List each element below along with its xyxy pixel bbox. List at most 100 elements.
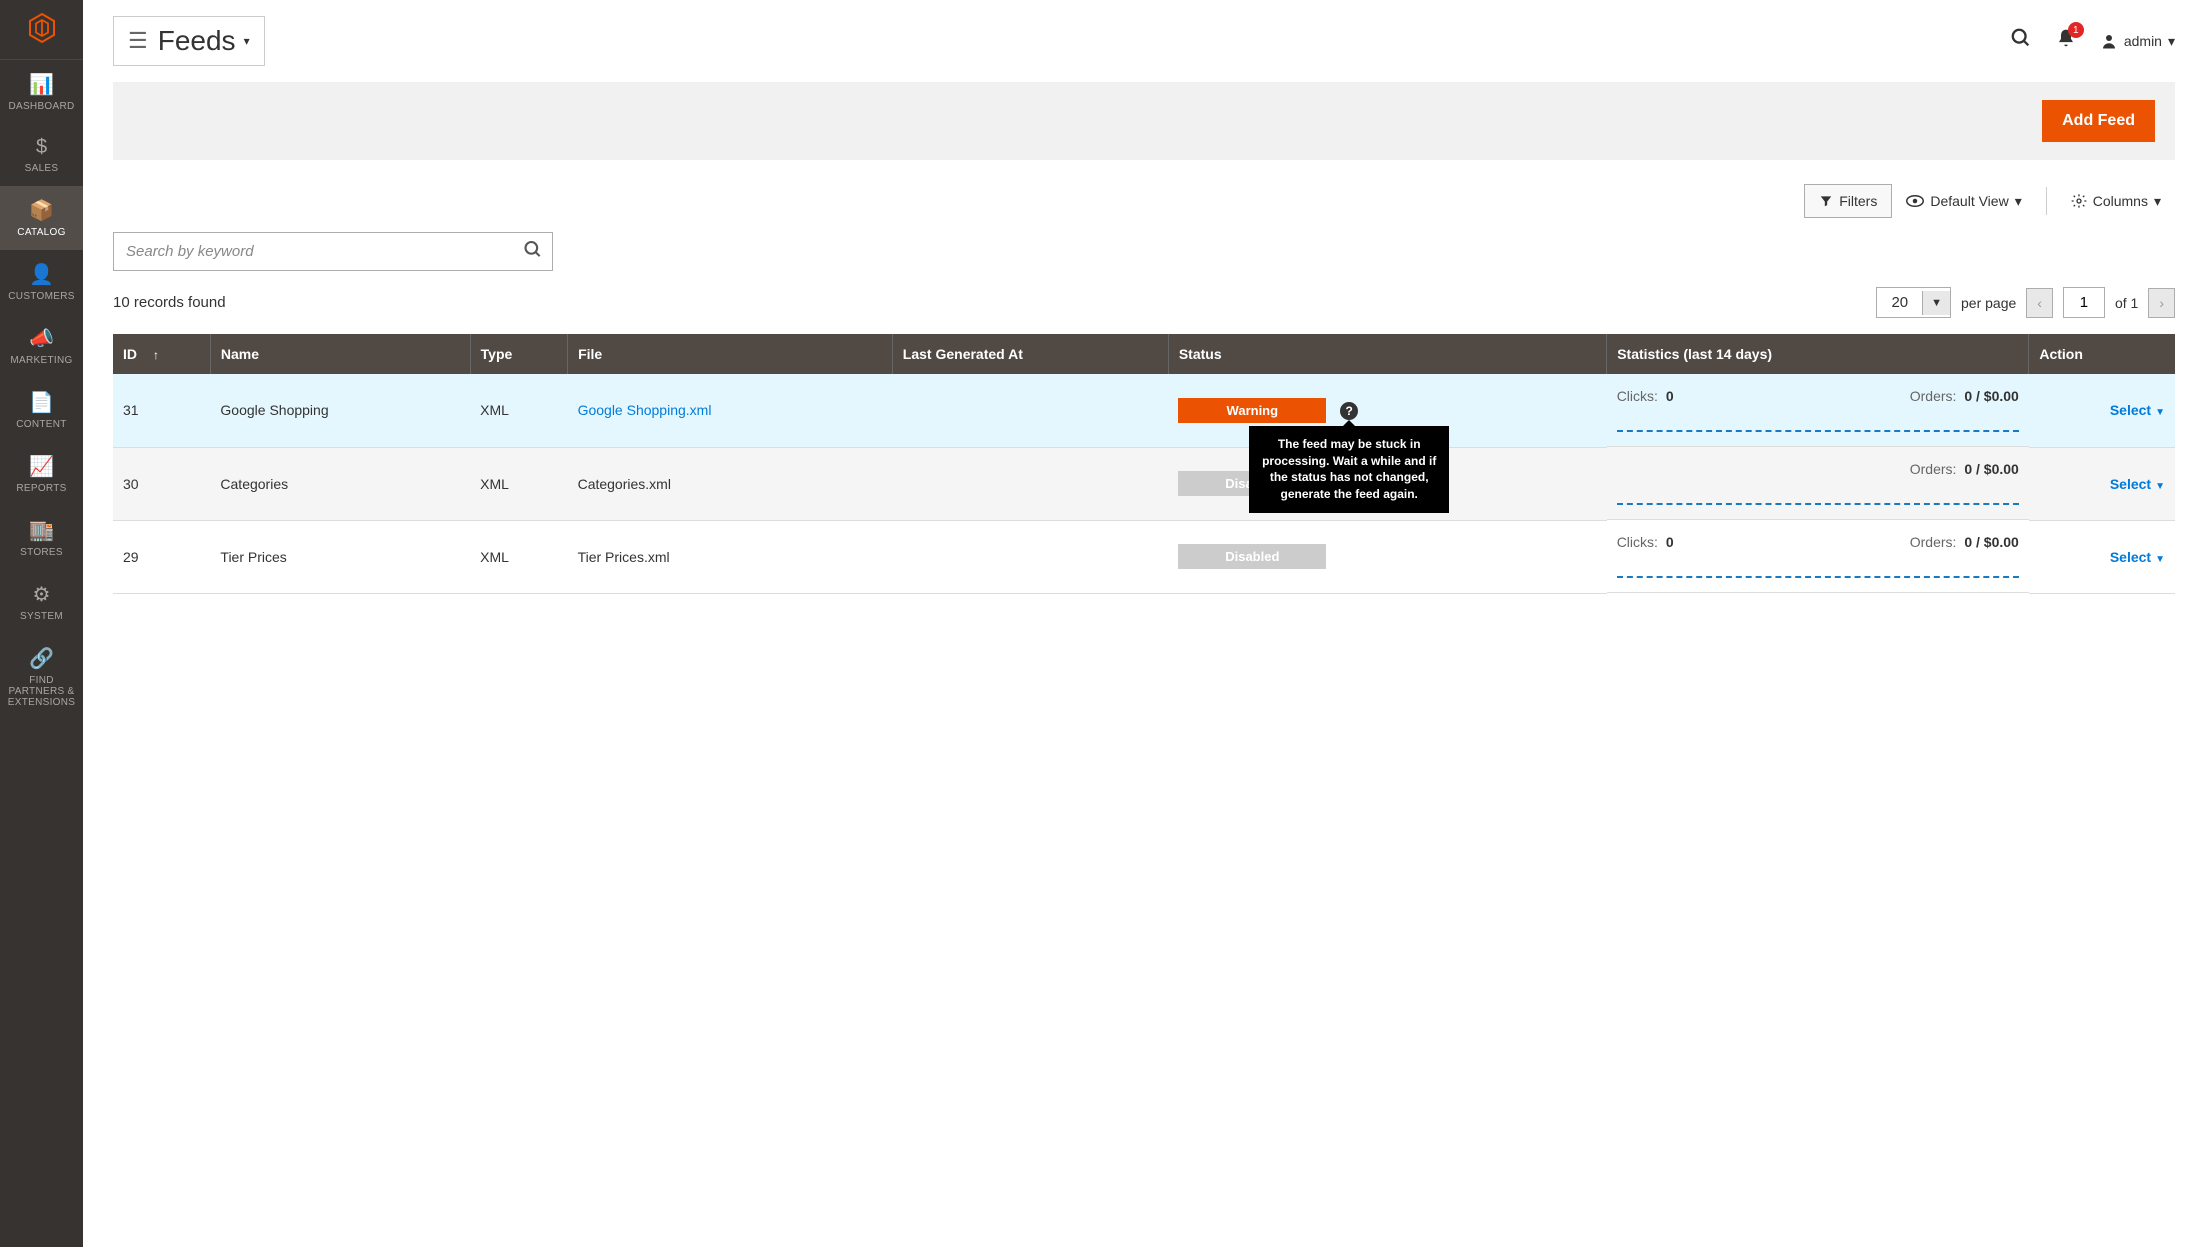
select-action[interactable]: Select▼ bbox=[2110, 476, 2165, 492]
sidebar-item-label: SALES bbox=[4, 163, 79, 174]
sidebar-item-label: CUSTOMERS bbox=[4, 291, 79, 302]
sidebar-item-stores[interactable]: 🏬 STORES bbox=[0, 506, 83, 570]
caret-down-icon: ▼ bbox=[2155, 407, 2165, 418]
column-header-file[interactable]: File bbox=[568, 334, 893, 374]
eye-icon bbox=[1906, 194, 1924, 208]
table-row[interactable]: 31 Google Shopping XML Google Shopping.x… bbox=[113, 374, 2175, 447]
customers-icon: 👤 bbox=[4, 262, 79, 287]
sidebar-item-reports[interactable]: 📈 REPORTS bbox=[0, 442, 83, 506]
prev-page-button[interactable]: ‹ bbox=[2026, 288, 2053, 318]
sidebar-item-label: DASHBOARD bbox=[4, 101, 79, 112]
user-icon bbox=[2100, 32, 2118, 50]
default-view-label: Default View bbox=[1930, 193, 2008, 209]
filters-label: Filters bbox=[1839, 193, 1877, 209]
sidebar-item-sales[interactable]: $ SALES bbox=[0, 124, 83, 186]
caret-down-icon: ▼ bbox=[2155, 554, 2165, 565]
search-button[interactable] bbox=[2010, 27, 2032, 55]
sidebar-item-catalog[interactable]: 📦 CATALOG bbox=[0, 186, 83, 250]
dashboard-icon: 📊 bbox=[4, 72, 79, 97]
cell-status: Disabled bbox=[1168, 520, 1606, 593]
cell-file: Tier Prices.xml bbox=[568, 520, 893, 593]
columns-button[interactable]: Columns ▾ bbox=[2057, 185, 2175, 218]
status-badge: Warning bbox=[1178, 398, 1326, 423]
stats-chart-bar bbox=[1617, 576, 2019, 578]
sidebar-item-partners[interactable]: 🔗 FIND PARTNERS & EXTENSIONS bbox=[0, 634, 83, 720]
column-header-name[interactable]: Name bbox=[210, 334, 470, 374]
sidebar-item-label: STORES bbox=[4, 547, 79, 558]
column-header-type[interactable]: Type bbox=[470, 334, 567, 374]
username-label: admin bbox=[2124, 33, 2162, 49]
table-row[interactable]: 30 Categories XML Categories.xml Disable… bbox=[113, 447, 2175, 520]
sidebar-item-marketing[interactable]: 📣 MARKETING bbox=[0, 314, 83, 378]
next-page-button[interactable]: › bbox=[2148, 288, 2175, 318]
search-input[interactable] bbox=[113, 232, 553, 271]
column-header-action[interactable]: Action bbox=[2029, 334, 2175, 374]
sidebar-item-content[interactable]: 📄 CONTENT bbox=[0, 378, 83, 442]
search-wrapper bbox=[113, 232, 553, 271]
hamburger-icon: ☰ bbox=[128, 28, 148, 54]
help-icon[interactable]: ? The feed may be stuck in processing. W… bbox=[1340, 402, 1358, 420]
column-header-statistics[interactable]: Statistics (last 14 days) bbox=[1607, 334, 2029, 374]
cell-id: 30 bbox=[113, 447, 210, 520]
filters-button[interactable]: Filters bbox=[1804, 184, 1892, 218]
page-of-label: of 1 bbox=[2115, 295, 2138, 311]
column-header-last-generated[interactable]: Last Generated At bbox=[892, 334, 1168, 374]
cell-type: XML bbox=[470, 447, 567, 520]
caret-down-icon: ▾ bbox=[2015, 193, 2022, 210]
records-row: 10 records found 20 ▼ per page ‹ of 1 › bbox=[113, 287, 2175, 318]
cell-type: XML bbox=[470, 374, 567, 447]
select-action[interactable]: Select▼ bbox=[2110, 549, 2165, 565]
sidebar-item-label: FIND PARTNERS & EXTENSIONS bbox=[4, 675, 79, 708]
column-header-id[interactable]: ID↑ bbox=[113, 334, 210, 374]
sort-asc-icon: ↑ bbox=[153, 348, 159, 362]
status-badge: Disabled bbox=[1178, 544, 1326, 569]
page-title: Feeds bbox=[158, 25, 236, 57]
per-page-value: 20 bbox=[1877, 288, 1922, 317]
sidebar-item-label: SYSTEM bbox=[4, 611, 79, 622]
cell-statistics: Clicks: 0 Orders: 0 / $0.00 bbox=[1607, 520, 2029, 593]
page-title-dropdown[interactable]: ☰ Feeds ▾ bbox=[113, 16, 265, 66]
top-actions: 1 admin ▾ bbox=[2010, 27, 2175, 55]
user-menu[interactable]: admin ▾ bbox=[2100, 32, 2175, 50]
table-row[interactable]: 29 Tier Prices XML Tier Prices.xml Disab… bbox=[113, 520, 2175, 593]
gear-icon bbox=[2071, 193, 2087, 209]
cell-id: 29 bbox=[113, 520, 210, 593]
search-row bbox=[113, 232, 2175, 271]
notification-badge: 1 bbox=[2068, 22, 2084, 38]
sidebar-item-customers[interactable]: 👤 CUSTOMERS bbox=[0, 250, 83, 314]
file-link[interactable]: Google Shopping.xml bbox=[578, 402, 712, 418]
cell-last-generated bbox=[892, 374, 1168, 447]
sidebar-item-label: MARKETING bbox=[4, 355, 79, 366]
add-feed-button[interactable]: Add Feed bbox=[2042, 100, 2155, 142]
stores-icon: 🏬 bbox=[4, 518, 79, 543]
marketing-icon: 📣 bbox=[4, 326, 79, 351]
sidebar-item-label: CONTENT bbox=[4, 419, 79, 430]
per-page-select[interactable]: 20 ▼ bbox=[1876, 287, 1951, 318]
content-icon: 📄 bbox=[4, 390, 79, 415]
cell-status: Warning ? The feed may be stuck in proce… bbox=[1168, 374, 1606, 447]
caret-down-icon: ▾ bbox=[244, 34, 250, 48]
cell-statistics: Clicks: Orders: 0 / $0.00 bbox=[1607, 447, 2029, 520]
search-icon[interactable] bbox=[523, 239, 543, 264]
sidebar: 📊 DASHBOARD $ SALES 📦 CATALOG 👤 CUSTOMER… bbox=[0, 0, 83, 1247]
topbar: ☰ Feeds ▾ 1 admin ▾ bbox=[113, 0, 2175, 76]
main-content: ☰ Feeds ▾ 1 admin ▾ Add Feed Filters bbox=[83, 0, 2205, 594]
sidebar-item-label: REPORTS bbox=[4, 483, 79, 494]
reports-icon: 📈 bbox=[4, 454, 79, 479]
tooltip: The feed may be stuck in processing. Wai… bbox=[1249, 426, 1449, 513]
default-view-button[interactable]: Default View ▾ bbox=[1892, 185, 2035, 218]
cell-name: Tier Prices bbox=[210, 520, 470, 593]
column-header-status[interactable]: Status bbox=[1168, 334, 1606, 374]
select-action[interactable]: Select▼ bbox=[2110, 402, 2165, 418]
sidebar-item-system[interactable]: ⚙ SYSTEM bbox=[0, 570, 83, 634]
page-input[interactable] bbox=[2063, 287, 2105, 318]
caret-down-icon: ▼ bbox=[2155, 481, 2165, 492]
cell-last-generated bbox=[892, 520, 1168, 593]
sidebar-item-dashboard[interactable]: 📊 DASHBOARD bbox=[0, 60, 83, 124]
magento-logo[interactable] bbox=[0, 0, 83, 60]
action-bar: Add Feed bbox=[113, 82, 2175, 160]
notifications-button[interactable]: 1 bbox=[2056, 28, 2076, 54]
system-icon: ⚙ bbox=[4, 582, 79, 607]
grid-toolbar: Filters Default View ▾ Columns ▾ bbox=[113, 184, 2175, 218]
per-page-label: per page bbox=[1961, 295, 2016, 311]
